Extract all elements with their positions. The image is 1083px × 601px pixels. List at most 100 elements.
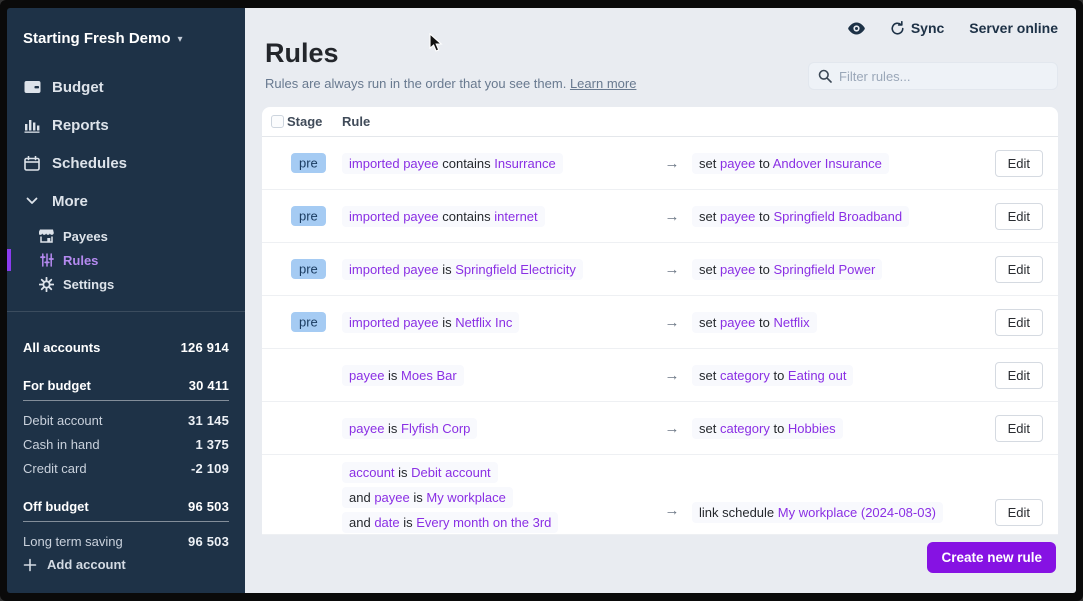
budget-file-name: Starting Fresh Demo xyxy=(23,30,171,47)
account-label: Debit account xyxy=(23,413,103,428)
stage-cell: pre xyxy=(287,315,342,330)
conditions-cell: imported payee contains Insurrance xyxy=(342,153,652,174)
add-account-button[interactable]: Add account xyxy=(7,557,245,593)
arrow-icon: → xyxy=(652,367,692,384)
rule-row[interactable]: preimported payee contains internet →set … xyxy=(262,190,1058,243)
edit-cell: Edit xyxy=(996,256,1058,283)
account-label: Credit card xyxy=(23,461,87,476)
account-balance: 126 914 xyxy=(181,340,229,355)
accounts-list: All accounts 126 914 For budget30 411 Debit… xyxy=(7,312,245,553)
action-chip: set payee to Springfield Broadband xyxy=(692,206,909,227)
rule-row[interactable]: preimported payee contains Insurrance→se… xyxy=(262,137,1058,190)
actions-cell: set payee to Springfield Broadband xyxy=(692,206,996,227)
edit-button[interactable]: Edit xyxy=(995,203,1043,230)
server-status[interactable]: Server online xyxy=(969,20,1058,36)
calendar-icon xyxy=(23,154,41,172)
account-balance: -2 109 xyxy=(191,461,229,476)
condition-chip: imported payee contains Insurrance xyxy=(342,153,563,174)
stage-cell: pre xyxy=(287,262,342,277)
condition-chip: imported payee is Springfield Electricit… xyxy=(342,259,583,280)
sidebar: Starting Fresh Demo ▾ BudgetReportsSched… xyxy=(7,8,245,593)
condition-chip: and payee is My workplace xyxy=(342,487,513,508)
actions-cell: set payee to Andover Insurance xyxy=(692,153,996,174)
create-new-rule-button[interactable]: Create new rule xyxy=(927,542,1056,573)
sidebar-item-budget[interactable]: Budget xyxy=(7,68,245,106)
account-label: Cash in hand xyxy=(23,437,100,452)
arrow-icon: → xyxy=(652,420,692,437)
select-all-checkbox[interactable] xyxy=(271,115,284,128)
account-balance: 31 145 xyxy=(188,413,229,428)
edit-button[interactable]: Edit xyxy=(995,256,1043,283)
edit-button[interactable]: Edit xyxy=(995,362,1043,389)
conditions-cell: payee is Flyfish Corp xyxy=(342,418,652,439)
edit-button[interactable]: Edit xyxy=(995,309,1043,336)
account-row[interactable]: Credit card -2 109 xyxy=(23,456,229,480)
sidebar-item-schedules[interactable]: Schedules xyxy=(7,144,245,182)
app-window: Starting Fresh Demo ▾ BudgetReportsSched… xyxy=(0,0,1083,601)
store-icon xyxy=(39,229,54,244)
sidebar-item-payees[interactable]: Payees xyxy=(7,224,245,248)
server-status-label: Server online xyxy=(969,20,1058,36)
rule-row[interactable]: payee is Flyfish Corp →set category to Ho… xyxy=(262,402,1058,455)
account-balance: 96 503 xyxy=(188,499,229,514)
account-row[interactable]: Cash in hand 1 375 xyxy=(23,432,229,456)
sidebar-item-rules[interactable]: Rules xyxy=(7,248,245,272)
arrow-icon: → xyxy=(652,208,692,225)
chevron-down-icon xyxy=(23,192,41,210)
sidebar-item-more[interactable]: More xyxy=(7,182,245,220)
rule-row[interactable]: pre imported payee is Springfield Electri… xyxy=(262,243,1058,296)
active-indicator xyxy=(7,249,11,271)
account-row[interactable]: All accounts 126 914 xyxy=(23,335,229,359)
conditions-cell: imported payee contains internet xyxy=(342,206,652,227)
plus-icon xyxy=(23,558,37,572)
sync-label: Sync xyxy=(911,20,944,36)
wallet-icon xyxy=(23,78,41,96)
account-row[interactable]: Long term saving96 503 xyxy=(23,529,229,553)
add-account-label: Add account xyxy=(47,557,126,572)
page-header: Rules Rules are always run in the order … xyxy=(245,38,1076,91)
learn-more-link[interactable]: Learn more xyxy=(570,76,636,91)
condition-chip: account is Debit account xyxy=(342,462,498,483)
page-title: Rules xyxy=(265,38,636,69)
arrow-icon: → xyxy=(652,455,692,519)
edit-button[interactable]: Edit xyxy=(995,499,1043,526)
condition-chip: payee is Flyfish Corp xyxy=(342,418,477,439)
edit-button[interactable]: Edit xyxy=(995,150,1043,177)
account-balance: 1 375 xyxy=(195,437,229,452)
sidebar-item-reports[interactable]: Reports xyxy=(7,106,245,144)
sync-button[interactable]: Sync xyxy=(890,20,944,36)
sidebar-item-label: Payees xyxy=(63,229,108,244)
edit-cell: Edit xyxy=(996,203,1058,230)
condition-chip: and date is Every month on the 3rd xyxy=(342,512,558,533)
arrow-icon: → xyxy=(652,314,692,331)
account-row[interactable]: Debit account 31 145 xyxy=(23,408,229,432)
budget-file-switcher[interactable]: Starting Fresh Demo ▾ xyxy=(7,8,245,47)
condition-chip: imported payee contains internet xyxy=(342,206,545,227)
stage-cell: pre xyxy=(287,209,342,224)
sidebar-item-settings[interactable]: Settings xyxy=(7,272,245,296)
sidebar-item-label: More xyxy=(52,193,88,210)
filter-rules-box xyxy=(808,62,1058,90)
account-label: All accounts xyxy=(23,340,100,355)
condition-chip: imported payee is Netflix Inc xyxy=(342,312,519,333)
rule-row[interactable]: payee is Moes Bar→set category to Eating… xyxy=(262,349,1058,402)
edit-button[interactable]: Edit xyxy=(995,415,1043,442)
edit-cell: Edit xyxy=(996,309,1058,336)
rule-row[interactable]: preimported payee is Netflix Inc→set pay… xyxy=(262,296,1058,349)
topbar: Sync Server online xyxy=(245,8,1076,36)
edit-cell: Edit xyxy=(996,455,1058,526)
table-footer: Create new rule xyxy=(245,535,1076,573)
account-row[interactable]: Off budget96 503 xyxy=(23,495,229,522)
action-chip: set category to Hobbies xyxy=(692,418,843,439)
actions-cell: link schedule My workplace (2024-08-03) xyxy=(692,455,996,523)
rule-row[interactable]: account is Debit account and payee is My … xyxy=(262,455,1058,535)
arrow-icon: → xyxy=(652,261,692,278)
privacy-toggle-button[interactable] xyxy=(848,22,865,35)
arrow-icon: → xyxy=(652,155,692,172)
bar-chart-icon xyxy=(23,116,41,134)
filter-rules-input[interactable] xyxy=(839,69,1048,84)
account-row[interactable]: For budget30 411 xyxy=(23,374,229,401)
page-subtitle: Rules are always run in the order that y… xyxy=(265,76,636,91)
search-icon xyxy=(818,69,832,83)
stage-badge: pre xyxy=(291,259,326,279)
